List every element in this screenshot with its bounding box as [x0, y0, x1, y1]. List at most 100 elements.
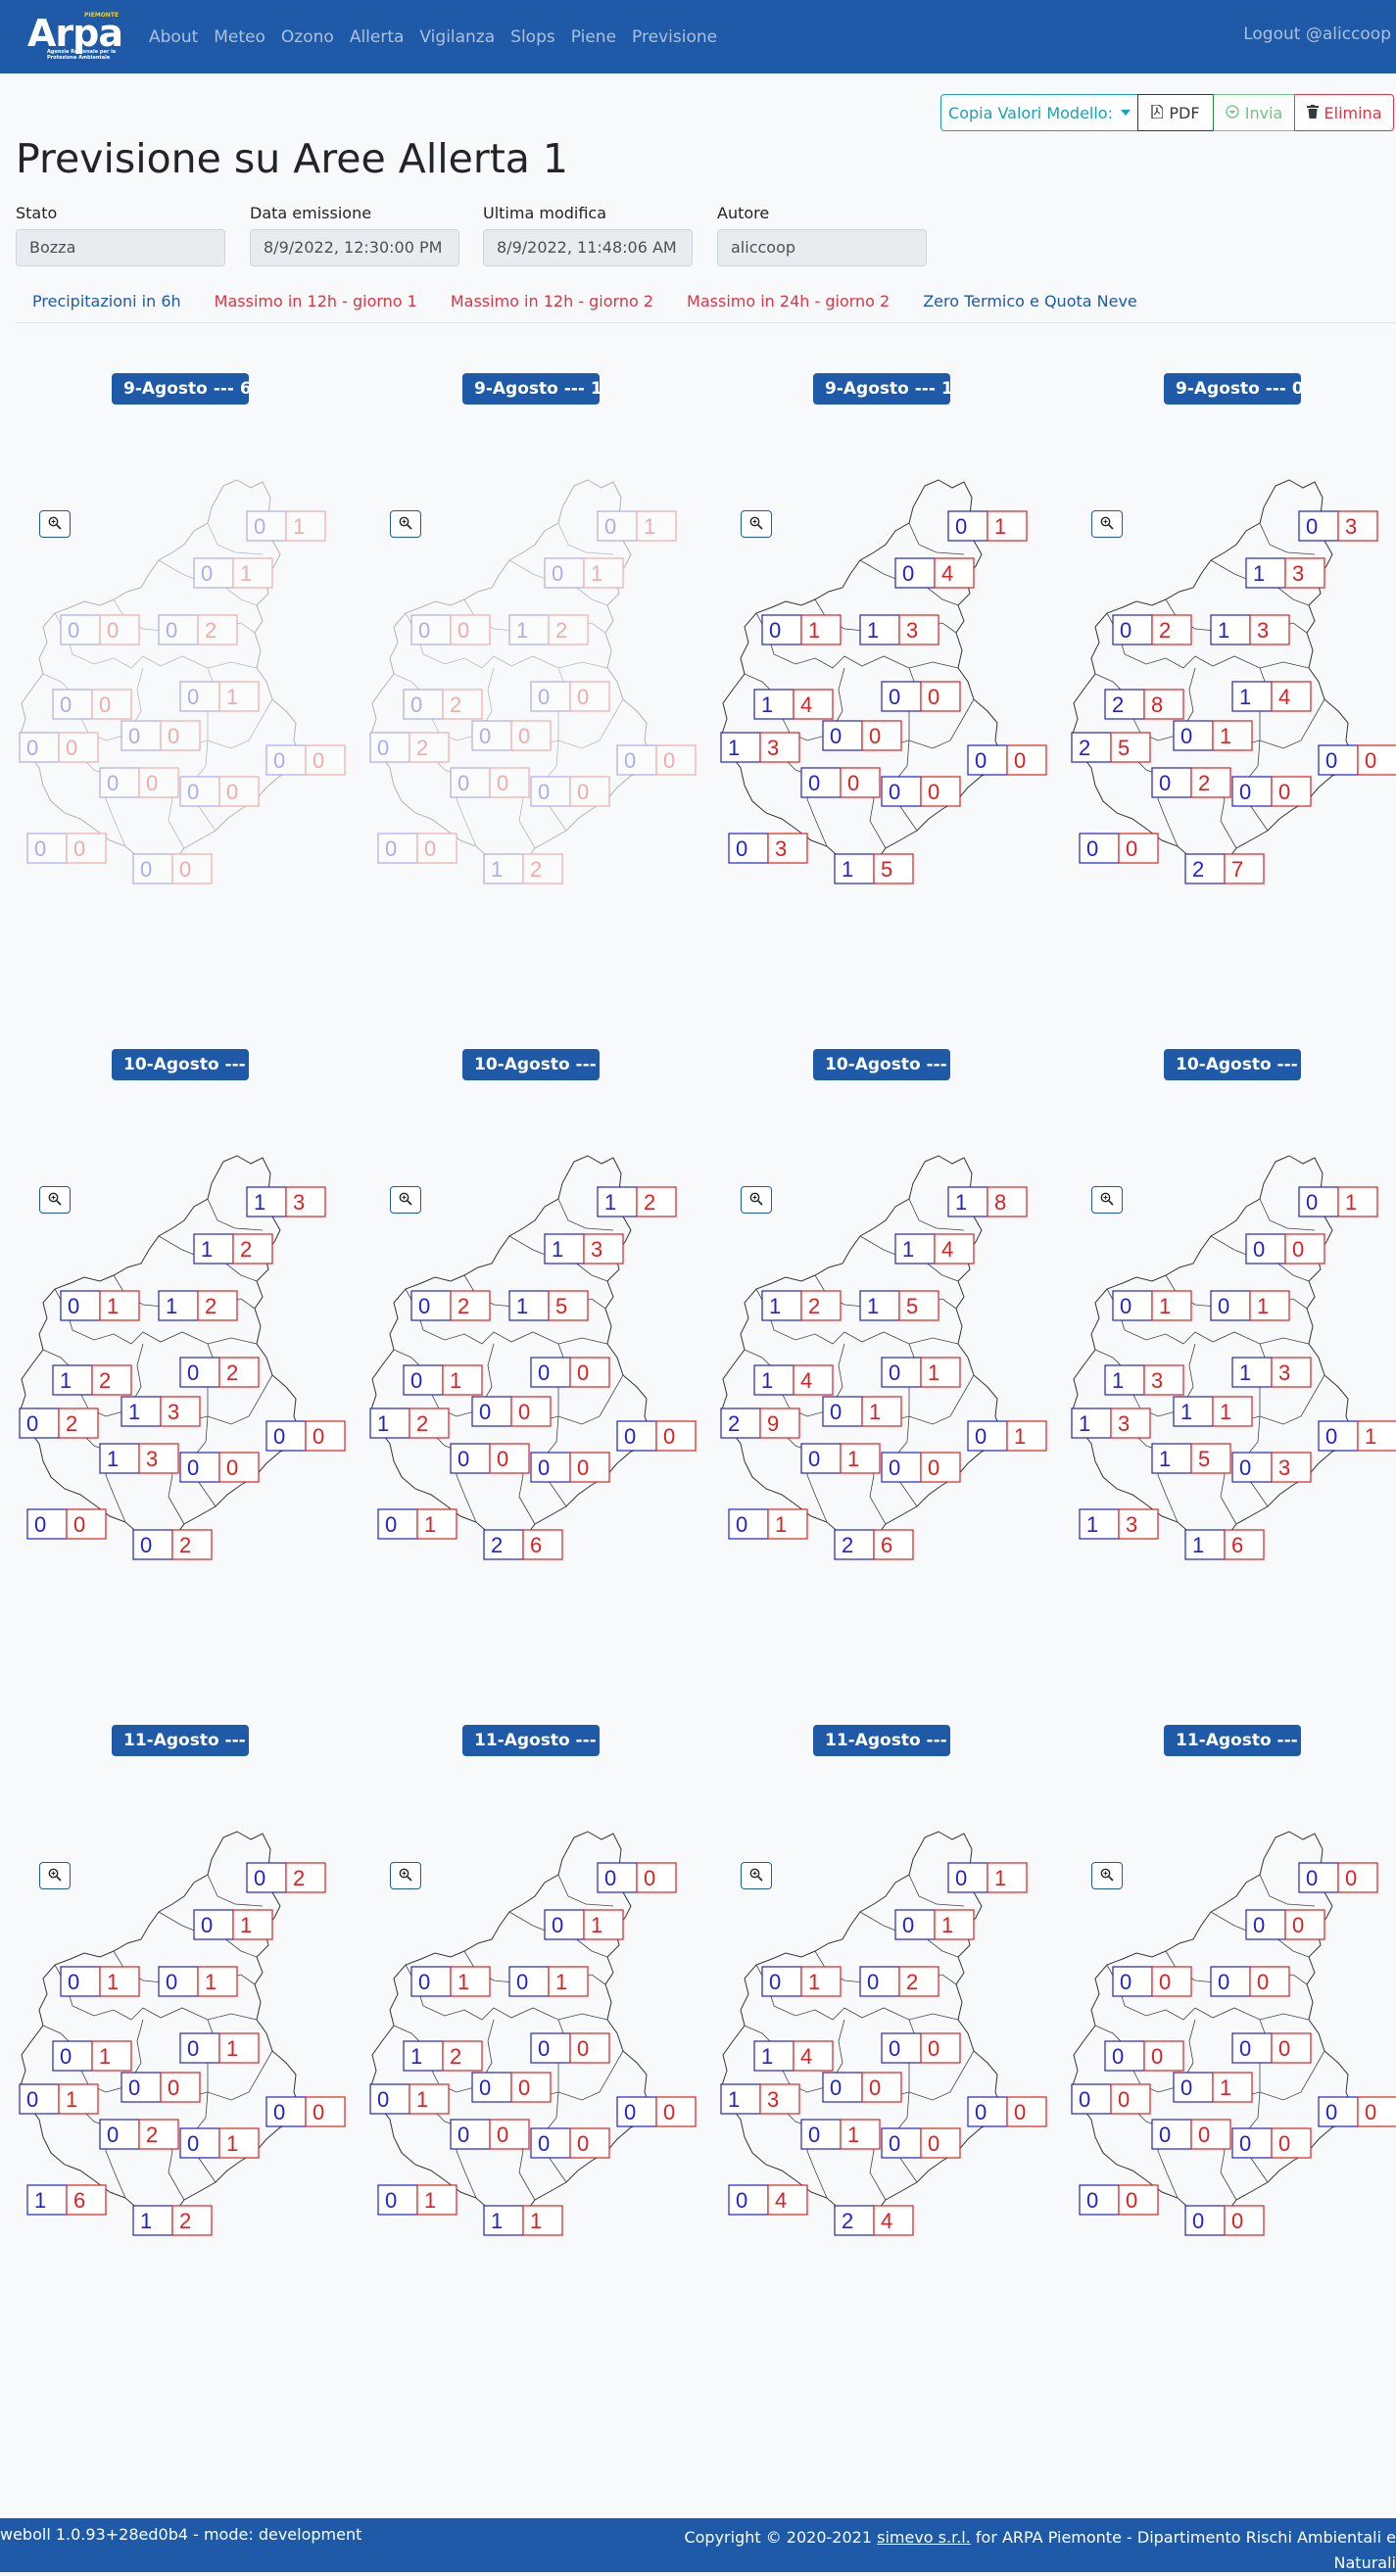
- navbar: PIEMONTE Arpa Agenzia Regionale per la P…: [0, 0, 1396, 73]
- svg-text:1: 1: [450, 1368, 461, 1393]
- svg-text:1: 1: [107, 1447, 119, 1471]
- alert-area-map[interactable]: 1 81 41 2 1 51 4 0 12 9 0 10 10 1 0 00 12 6: [717, 1152, 1050, 1563]
- svg-text:0: 0: [166, 1970, 177, 1994]
- svg-text:2: 2: [1079, 736, 1090, 760]
- svg-text:1: 1: [1257, 1294, 1269, 1318]
- svg-text:1: 1: [591, 561, 602, 586]
- alert-area-map[interactable]: 0 00 00 0 0 00 0 0 00 0 0 10 00 0 0 00 00 0: [1068, 1828, 1396, 2239]
- svg-text:5: 5: [1198, 1447, 1210, 1471]
- svg-text:0: 0: [830, 2075, 842, 2100]
- svg-text:0: 0: [928, 2036, 939, 2061]
- nav-link-meteo[interactable]: Meteo: [214, 27, 265, 47]
- svg-text:4: 4: [881, 2209, 892, 2233]
- alert-area-map[interactable]: 0 10 00 1 0 11 3 1 31 3 1 10 11 5 0 31 31 6: [1068, 1152, 1396, 1563]
- svg-text:0: 0: [385, 836, 397, 861]
- alert-area-map[interactable]: 1 21 30 2 1 50 1 0 01 2 0 00 00 0 0 00 12 6: [366, 1152, 699, 1563]
- svg-text:0: 0: [128, 724, 140, 748]
- svg-text:8: 8: [1151, 692, 1163, 717]
- svg-text:0: 0: [107, 771, 119, 795]
- tab-1[interactable]: Massimo in 12h - giorno 1: [198, 286, 434, 322]
- alert-area-map[interactable]: 0 10 40 1 1 31 4 0 01 3 0 00 00 0 0 00 31 5: [717, 476, 1050, 887]
- emissione-field[interactable]: 8/9/2022, 12:30:00 PM: [250, 229, 459, 266]
- svg-text:1: 1: [457, 1970, 469, 1994]
- svg-text:5: 5: [881, 857, 892, 882]
- svg-text:0: 0: [1198, 2123, 1210, 2147]
- svg-text:0: 0: [66, 736, 77, 760]
- svg-text:0: 0: [538, 2036, 550, 2061]
- svg-text:6: 6: [530, 1533, 542, 1557]
- svg-text:0: 0: [889, 685, 900, 709]
- nav-link-slops[interactable]: Slops: [510, 27, 555, 47]
- svg-text:0: 0: [410, 692, 422, 717]
- alert-area-map[interactable]: 0 31 30 2 1 32 8 1 42 5 0 10 00 2 0 00 02 7: [1068, 476, 1396, 887]
- nav-link-ozono[interactable]: Ozono: [281, 27, 334, 47]
- pdf-button[interactable]: PDF: [1137, 94, 1214, 131]
- envelope-icon: [1226, 104, 1239, 122]
- svg-text:1: 1: [941, 1913, 953, 1937]
- svg-text:1: 1: [1253, 561, 1265, 586]
- footer-version: weboll 1.0.93+28ed0b4 - mode: developmen…: [0, 2525, 362, 2544]
- svg-text:1: 1: [254, 1190, 265, 1215]
- send-button[interactable]: Invia: [1213, 94, 1295, 131]
- svg-text:1: 1: [761, 2044, 773, 2069]
- svg-text:0: 0: [1159, 2123, 1171, 2147]
- svg-text:2: 2: [728, 1411, 740, 1436]
- alert-area-map[interactable]: 0 10 10 0 0 20 0 0 10 0 0 00 00 0 0 00 00 0: [16, 476, 349, 887]
- svg-text:0: 0: [518, 2075, 530, 2100]
- svg-text:0: 0: [226, 780, 238, 804]
- svg-text:0: 0: [1306, 1866, 1318, 1890]
- tab-2[interactable]: Massimo in 12h - giorno 2: [434, 286, 670, 322]
- alert-area-map[interactable]: 0 10 10 1 0 21 4 0 01 3 0 00 00 1 0 00 42 4: [717, 1828, 1050, 2239]
- svg-text:0: 0: [1278, 780, 1290, 804]
- modifica-group: Ultima modifica 8/9/2022, 11:48:06 AM: [483, 204, 693, 266]
- simevo-link[interactable]: simevo s.r.l.: [877, 2528, 971, 2547]
- nav-link-about[interactable]: About: [149, 27, 198, 47]
- autore-field[interactable]: aliccoop: [717, 229, 927, 266]
- svg-text:1: 1: [644, 514, 655, 539]
- svg-text:1: 1: [769, 1294, 781, 1318]
- svg-text:4: 4: [800, 2044, 812, 2069]
- svg-text:1: 1: [516, 1294, 528, 1318]
- svg-text:1: 1: [902, 1237, 914, 1262]
- svg-text:0: 0: [1306, 514, 1318, 539]
- svg-text:0: 0: [1253, 1237, 1265, 1262]
- svg-text:0: 0: [497, 2123, 508, 2147]
- svg-text:0: 0: [26, 2087, 38, 2112]
- svg-text:1: 1: [226, 685, 238, 709]
- svg-text:0: 0: [1239, 2036, 1251, 2061]
- tab-0[interactable]: Precipitazioni in 6h: [16, 286, 198, 322]
- svg-text:0: 0: [313, 748, 324, 773]
- alert-area-map[interactable]: 1 31 20 1 1 21 2 0 20 2 1 30 01 3 0 00 00 2: [16, 1152, 349, 1563]
- copy-model-values-button[interactable]: Copia Valori Modello:: [940, 94, 1138, 131]
- svg-text:1: 1: [1220, 1400, 1231, 1424]
- svg-text:0: 0: [518, 1400, 530, 1424]
- svg-text:0: 0: [410, 1368, 422, 1393]
- svg-text:1: 1: [34, 2188, 46, 2213]
- svg-text:5: 5: [906, 1294, 918, 1318]
- svg-text:1: 1: [928, 1360, 939, 1385]
- nav-link-piene[interactable]: Piene: [571, 27, 616, 47]
- modifica-field[interactable]: 8/9/2022, 11:48:06 AM: [483, 229, 693, 266]
- nav-link-allerta[interactable]: Allerta: [350, 27, 405, 47]
- alert-area-map[interactable]: 0 10 10 0 1 20 2 0 00 2 0 00 00 0 0 00 01 2: [366, 476, 699, 887]
- tab-4[interactable]: Zero Termico e Quota Neve: [906, 286, 1154, 322]
- svg-text:3: 3: [1257, 618, 1269, 643]
- map-label: 10-Agosto --- 0: [1164, 1049, 1301, 1080]
- tab-3[interactable]: Massimo in 24h - giorno 2: [670, 286, 906, 322]
- nav-link-previsione[interactable]: Previsione: [632, 27, 717, 47]
- svg-text:0: 0: [497, 1447, 508, 1471]
- svg-text:5: 5: [555, 1294, 567, 1318]
- logout-link[interactable]: Logout @aliccoop: [1243, 24, 1391, 44]
- stato-field[interactable]: Bozza: [16, 229, 225, 266]
- alert-area-map[interactable]: 0 20 10 1 0 10 1 0 10 1 0 00 00 2 0 11 61 2: [16, 1828, 349, 2239]
- svg-text:1: 1: [491, 857, 503, 882]
- svg-text:1: 1: [107, 1294, 119, 1318]
- alert-area-map[interactable]: 0 00 10 1 0 11 2 0 00 1 0 00 00 0 0 00 11 1: [366, 1828, 699, 2239]
- nav-link-vigilanza[interactable]: Vigilanza: [419, 27, 495, 47]
- arpa-logo[interactable]: PIEMONTE Arpa Agenzia Regionale per la P…: [27, 10, 127, 61]
- svg-text:3: 3: [767, 2087, 779, 2112]
- svg-text:3: 3: [767, 736, 779, 760]
- delete-button[interactable]: Elimina: [1294, 94, 1394, 131]
- svg-text:0: 0: [604, 514, 616, 539]
- svg-text:0: 0: [847, 771, 859, 795]
